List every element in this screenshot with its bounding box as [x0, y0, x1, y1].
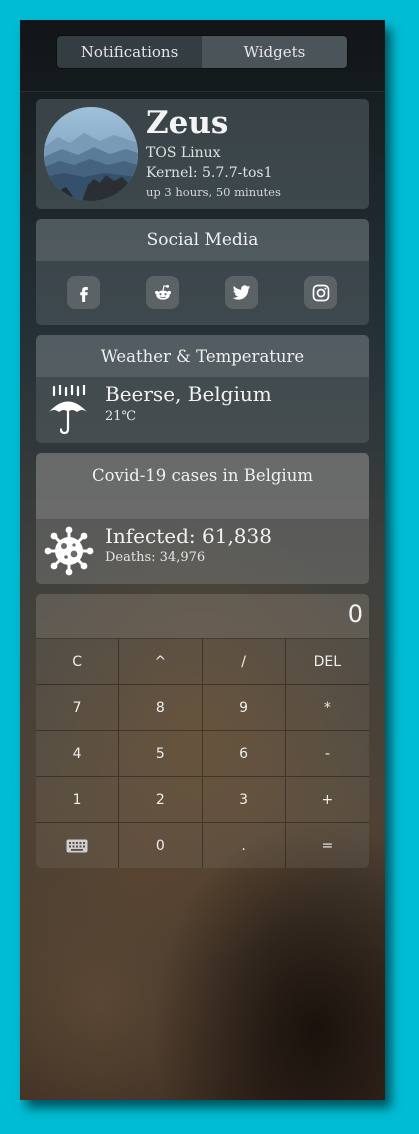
covid-deaths: Deaths: 34,976 — [105, 550, 206, 565]
covid-card: Covid-19 cases in Belgium Infected: 61,8… — [36, 453, 369, 584]
tab-widgets[interactable]: Widgets — [202, 36, 347, 68]
key-7[interactable]: 7 — [36, 685, 120, 731]
covid-infected: Infected: 61,838 — [105, 524, 272, 548]
key-4[interactable]: 4 — [36, 731, 120, 777]
instagram-button[interactable] — [304, 276, 337, 309]
social-media-card: Social Media — [36, 219, 369, 325]
weather-location: Beerse, Belgium — [105, 382, 272, 406]
profile-card: Zeus TOS Linux Kernel: 5.7.7-tos1 up 3 h… — [36, 99, 369, 209]
key-minus[interactable]: - — [285, 731, 369, 777]
umbrella-rain-icon — [48, 383, 88, 439]
calculator-display: 0 — [36, 594, 369, 639]
key-3[interactable]: 3 — [202, 777, 286, 823]
key-8[interactable]: 8 — [119, 685, 203, 731]
os-name: TOS Linux — [146, 145, 221, 161]
weather-temperature: 21℃ — [105, 409, 137, 424]
key-equals[interactable]: = — [286, 823, 369, 868]
uptime: up 3 hours, 50 minutes — [146, 185, 281, 199]
weather-card: Weather & Temperature Beerse, Belgium 21… — [36, 335, 369, 443]
key-5[interactable]: 5 — [119, 731, 203, 777]
instagram-icon — [312, 284, 329, 301]
key-power[interactable]: ^ — [119, 639, 203, 685]
kernel-version: Kernel: 5.7.7-tos1 — [146, 165, 273, 181]
twitter-icon — [232, 285, 251, 300]
profile-name: Zeus — [146, 105, 229, 141]
covid-title: Covid-19 cases in Belgium — [36, 453, 369, 497]
key-6[interactable]: 6 — [202, 731, 286, 777]
calculator-keypad: C ^ / DEL 7 8 9 * 4 5 6 - 1 2 3 + 0 . = — [36, 639, 369, 868]
key-2[interactable]: 2 — [119, 777, 203, 823]
key-delete[interactable]: DEL — [285, 639, 369, 685]
calculator-display-value: 0 — [347, 600, 363, 628]
key-0[interactable]: 0 — [119, 823, 203, 868]
key-9[interactable]: 9 — [202, 685, 286, 731]
reddit-icon — [154, 284, 171, 300]
avatar[interactable] — [44, 107, 138, 201]
reddit-button[interactable] — [146, 276, 179, 309]
social-media-buttons — [36, 261, 369, 325]
keyboard-icon — [66, 839, 88, 853]
key-decimal[interactable]: . — [203, 823, 286, 868]
facebook-icon — [79, 286, 88, 302]
key-1[interactable]: 1 — [36, 777, 120, 823]
weather-title: Weather & Temperature — [36, 335, 369, 377]
twitter-button[interactable] — [225, 276, 258, 309]
calculator-card: 0 C ^ / DEL 7 8 9 * 4 5 6 - 1 2 3 + 0 . … — [36, 594, 369, 868]
tab-group: Notifications Widgets — [56, 35, 348, 69]
social-media-title: Social Media — [36, 219, 369, 261]
key-multiply[interactable]: * — [285, 685, 369, 731]
tab-bar: Notifications Widgets — [20, 20, 385, 92]
key-clear[interactable]: C — [36, 639, 120, 685]
tab-notifications[interactable]: Notifications — [57, 36, 202, 68]
key-divide[interactable]: / — [202, 639, 286, 685]
key-keyboard[interactable] — [36, 823, 120, 868]
virus-icon — [44, 526, 94, 580]
facebook-button[interactable] — [67, 276, 100, 309]
sidebar-panel: Notifications Widgets Zeus TOS Linux Ker… — [20, 20, 385, 1100]
key-plus[interactable]: + — [285, 777, 369, 823]
mountain-landscape-image — [44, 107, 138, 201]
